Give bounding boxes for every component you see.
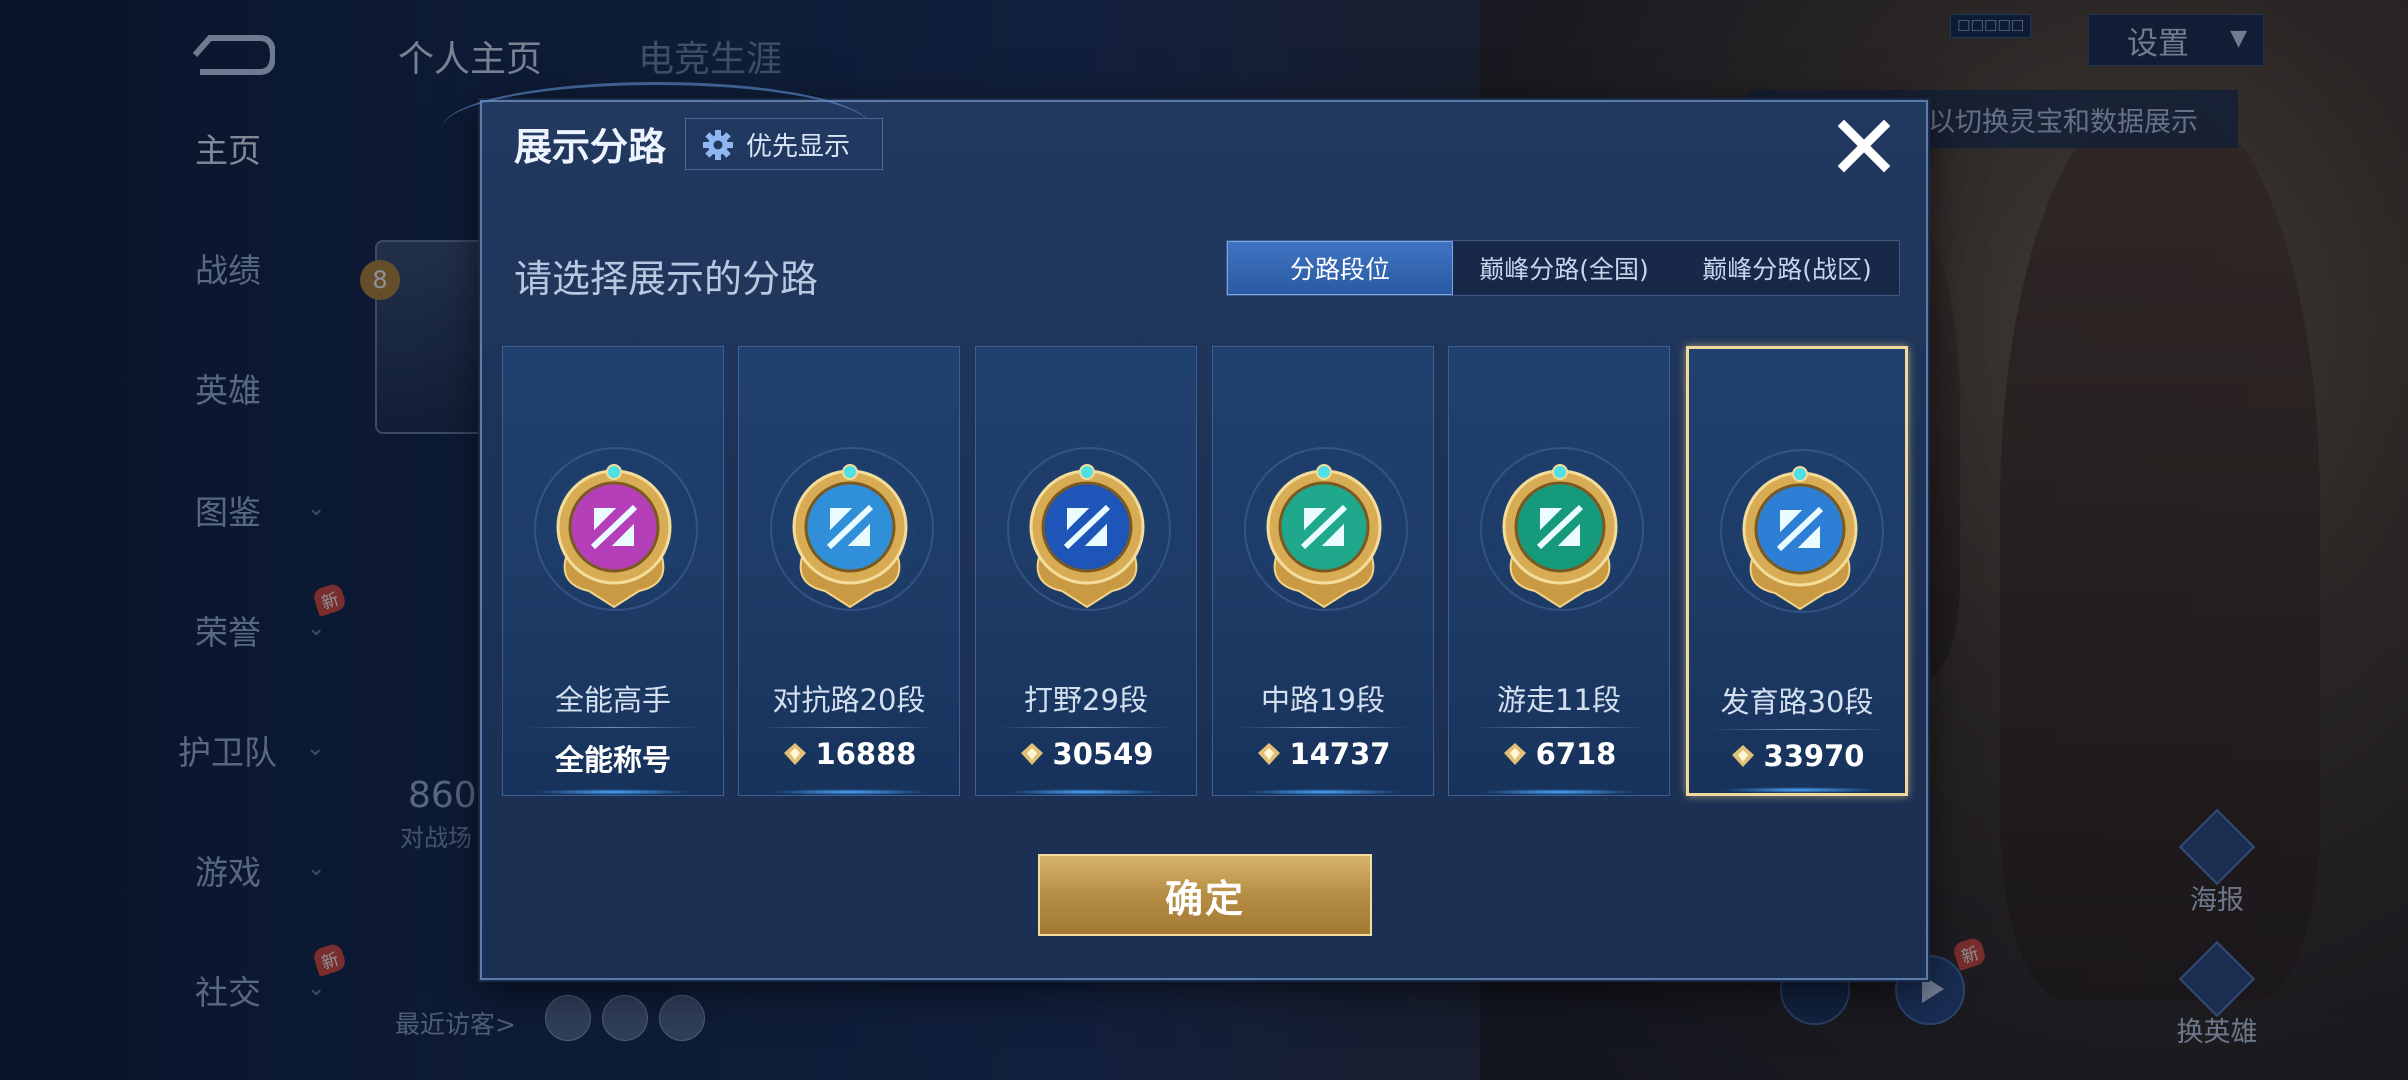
card-glow xyxy=(1006,789,1166,795)
card-glow xyxy=(769,789,929,795)
lane-type-segmented-control: 分路段位 巅峰分路(全国) 巅峰分路(战区) xyxy=(1226,240,1900,296)
dialog-title: 展示分路 xyxy=(514,125,667,169)
lane-card[interactable]: 打野29段 30549 xyxy=(975,346,1197,796)
segment-tab[interactable]: 巅峰分路(全国) xyxy=(1453,241,1675,295)
gear-icon xyxy=(703,130,733,160)
card-divider xyxy=(525,727,701,728)
card-divider xyxy=(1235,727,1411,728)
card-glow xyxy=(533,789,693,795)
card-divider xyxy=(761,727,937,728)
lane-score: 14737 xyxy=(1213,737,1433,771)
power-icon xyxy=(1731,745,1754,767)
card-divider xyxy=(998,727,1174,728)
lane-rank-name: 打野29段 xyxy=(1024,683,1148,717)
power-icon xyxy=(1257,743,1280,765)
lane-score: 全能称号 xyxy=(503,737,723,779)
lane-medal-icon xyxy=(556,464,672,609)
lane-medal-icon xyxy=(1742,466,1858,611)
card-glow xyxy=(1719,787,1879,793)
power-icon xyxy=(1503,743,1526,765)
lane-medal-icon xyxy=(792,464,908,609)
priority-display-button[interactable]: 优先显示 xyxy=(685,118,883,170)
lane-card[interactable]: 全能高手 全能称号 xyxy=(502,346,724,796)
lane-rank-name: 全能高手 xyxy=(554,683,671,717)
lane-score-value: 16888 xyxy=(815,737,917,771)
lane-card[interactable]: 发育路30段 33970 xyxy=(1686,346,1908,796)
lane-score: 30549 xyxy=(976,737,1196,771)
lane-medal-icon xyxy=(1502,464,1618,609)
lane-medal-icon xyxy=(1029,464,1145,609)
lane-score-value: 30549 xyxy=(1052,737,1154,771)
lane-score-value: 全能称号 xyxy=(554,743,671,777)
lane-score-value: 6718 xyxy=(1535,737,1617,771)
lane-score-value: 14737 xyxy=(1289,737,1391,771)
lane-score: 16888 xyxy=(739,737,959,771)
lane-score-value: 33970 xyxy=(1763,739,1865,773)
segment-tab[interactable]: 巅峰分路(战区) xyxy=(1675,241,1899,295)
lane-card[interactable]: 游走11段 6718 xyxy=(1448,346,1670,796)
card-glow xyxy=(1243,789,1403,795)
priority-display-label: 优先显示 xyxy=(746,131,851,162)
lane-score: 33970 xyxy=(1689,739,1905,773)
card-divider xyxy=(1471,727,1647,728)
close-icon[interactable] xyxy=(1834,116,1894,176)
lane-rank-name: 游走11段 xyxy=(1497,683,1621,717)
lane-score: 6718 xyxy=(1449,737,1669,771)
lane-rank-name: 发育路30段 xyxy=(1720,685,1874,719)
lane-card[interactable]: 中路19段 14737 xyxy=(1212,346,1434,796)
lane-rank-name: 对抗路20段 xyxy=(772,683,926,717)
lane-card[interactable]: 对抗路20段 16888 xyxy=(738,346,960,796)
card-divider xyxy=(1711,729,1887,730)
display-lane-dialog: 展示分路 优先显示 请选择展示的分路 分路段位 巅峰分路(全国) 巅峰分路(战区) … xyxy=(442,82,1928,980)
card-glow xyxy=(1479,789,1639,795)
power-icon xyxy=(783,743,806,765)
segment-tab[interactable]: 分路段位 xyxy=(1227,241,1453,295)
lane-rank-name: 中路19段 xyxy=(1261,683,1385,717)
select-lane-prompt: 请选择展示的分路 xyxy=(514,257,819,301)
power-icon xyxy=(1020,743,1043,765)
lane-medal-icon xyxy=(1266,464,1382,609)
confirm-button[interactable]: 确定 xyxy=(1038,854,1372,936)
